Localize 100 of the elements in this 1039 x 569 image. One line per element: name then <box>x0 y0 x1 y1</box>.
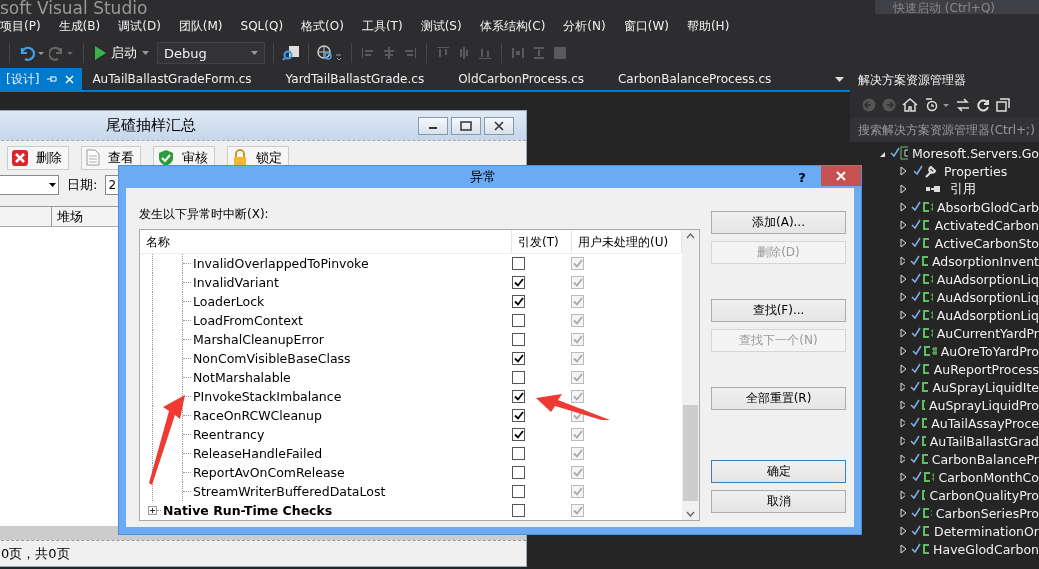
exception-name[interactable]: ReportAvOnComRelease <box>193 465 345 480</box>
menu-item[interactable]: 格式(O) <box>292 17 353 35</box>
column-header[interactable]: 堆场 <box>51 207 111 226</box>
checkbox[interactable] <box>571 466 584 479</box>
checkbox[interactable] <box>512 371 525 384</box>
checkbox[interactable] <box>571 352 584 365</box>
tree-item[interactable]: Properties <box>944 163 1008 179</box>
menu-item[interactable]: 工具(T) <box>352 17 412 35</box>
tree-item[interactable]: AuOreToYardPro <box>940 343 1039 359</box>
close-icon[interactable] <box>65 74 75 84</box>
checkbox[interactable] <box>512 466 525 479</box>
tree-item[interactable]: AuCurrentYardPr <box>936 325 1039 341</box>
exception-name[interactable]: MarshalCleanupError <box>193 332 324 347</box>
tree-item[interactable]: AdsorptionInvent <box>932 253 1039 269</box>
checkbox[interactable] <box>571 390 584 403</box>
checkbox[interactable] <box>571 428 584 441</box>
maximize-button[interactable] <box>451 116 481 135</box>
checkbox[interactable] <box>571 276 584 289</box>
tree-item[interactable]: 引用 <box>950 180 976 198</box>
globe-search-icon[interactable] <box>317 45 343 61</box>
checkbox[interactable] <box>512 276 525 289</box>
checkbox[interactable] <box>512 333 525 346</box>
checkbox[interactable] <box>571 504 584 517</box>
dialog-button[interactable]: 取消 <box>711 490 846 513</box>
exception-name[interactable]: Reentrancy <box>193 427 265 442</box>
tree-item[interactable]: AuAdsorptionLiq <box>936 307 1039 323</box>
tree-item[interactable]: AuAdsorptionLiq <box>936 271 1039 287</box>
checkbox[interactable] <box>512 504 525 517</box>
tree-item[interactable]: HaveGlodCarbon <box>933 541 1039 557</box>
scroll-down-icon[interactable] <box>686 511 695 517</box>
minimize-button[interactable] <box>418 116 448 135</box>
toolbar-button[interactable]: 删除 <box>7 145 69 170</box>
history-icon[interactable] <box>924 98 950 112</box>
checkbox[interactable] <box>512 352 525 365</box>
menu-item[interactable]: SQL(Q) <box>231 19 293 33</box>
tree-item[interactable]: CarbonMonthCo <box>938 469 1039 485</box>
document-tab[interactable]: YardTailBallastGrade.cs <box>275 68 449 90</box>
dialog-button[interactable]: 全部重置(R) <box>711 387 846 410</box>
document-tab[interactable]: AuTailBallastGradeForm.cs <box>82 68 276 90</box>
home-icon[interactable] <box>902 98 918 112</box>
checkbox[interactable] <box>512 428 525 441</box>
exception-group[interactable]: Native Run-Time Checks <box>163 503 333 518</box>
exception-name[interactable]: RaceOnRCWCleanup <box>193 408 322 423</box>
undo-icon[interactable] <box>18 45 44 61</box>
tree-item[interactable]: CarbonSeriesPro <box>935 505 1039 521</box>
exception-name[interactable]: PInvokeStackImbalance <box>193 389 342 404</box>
scroll-thumb[interactable] <box>683 405 698 501</box>
exception-name[interactable]: NotMarshalable <box>193 370 291 385</box>
refresh-icon[interactable] <box>976 98 990 112</box>
checkbox[interactable] <box>571 295 584 308</box>
exception-name[interactable]: InvalidOverlappedToPinvoke <box>193 256 369 271</box>
tree-item[interactable]: AuSprayLiquidPro <box>928 397 1039 413</box>
exception-name[interactable]: ReleaseHandleFailed <box>193 446 323 461</box>
checkbox[interactable] <box>512 485 525 498</box>
checkbox[interactable] <box>512 257 525 270</box>
document-tab[interactable]: CarbonBalanceProcess.cs <box>608 68 796 90</box>
menu-item[interactable]: 测试(S) <box>411 17 471 35</box>
tree-item[interactable]: CarbonQualityPro <box>929 487 1039 503</box>
checkbox[interactable] <box>571 447 584 460</box>
checkbox[interactable] <box>512 409 525 422</box>
exception-name[interactable]: InvalidVariant <box>193 275 279 290</box>
checkbox[interactable] <box>571 314 584 327</box>
sync-icon[interactable] <box>956 98 970 112</box>
help-button[interactable]: ? <box>787 167 817 187</box>
checkbox[interactable] <box>512 295 525 308</box>
checkbox[interactable] <box>571 257 584 270</box>
scrollbar[interactable] <box>682 230 699 520</box>
tree-item[interactable]: Moresoft.Servers.Go <box>912 145 1039 161</box>
tree-item[interactable]: ActivatedCarbon <box>934 217 1039 233</box>
checkbox[interactable] <box>571 371 584 384</box>
configuration-dropdown[interactable]: Debug <box>157 42 265 64</box>
checkbox[interactable] <box>571 333 584 346</box>
tree-item[interactable]: AuTailBallastGrad <box>929 433 1039 449</box>
checkbox[interactable] <box>512 314 525 327</box>
document-tab[interactable]: [设计] <box>0 68 83 90</box>
menu-item[interactable]: 帮助(H) <box>677 17 739 35</box>
pin-icon[interactable] <box>47 74 58 84</box>
tree-item[interactable]: AuTailAssayProce <box>931 415 1039 431</box>
start-button[interactable]: 启动 <box>92 42 152 64</box>
column-header[interactable]: 名称 <box>140 230 512 253</box>
checkbox[interactable] <box>512 390 525 403</box>
menu-item[interactable]: 项目(P) <box>0 17 50 35</box>
scroll-up-icon[interactable] <box>686 233 695 239</box>
tree-item[interactable]: AuAdsorptionLiq <box>936 289 1039 305</box>
menu-item[interactable]: 窗口(W) <box>614 17 678 35</box>
menu-item[interactable]: 调试(D) <box>109 17 170 35</box>
redo-icon[interactable] <box>49 45 75 61</box>
document-tab[interactable]: OldCarbonProcess.cs <box>448 68 608 90</box>
tree-item[interactable]: ActiveCarbonSto <box>934 235 1039 251</box>
exception-name[interactable]: LoaderLock <box>193 294 265 309</box>
menu-item[interactable]: 团队(M) <box>169 17 232 35</box>
exception-name[interactable]: NonComVisibleBaseClass <box>193 351 351 366</box>
dialog-button[interactable]: 添加(A)... <box>711 211 846 234</box>
collapse-all-icon[interactable] <box>996 98 1010 112</box>
tree-item[interactable]: CarbonBalancePr <box>931 451 1039 467</box>
search-field[interactable]: 搜索解决方案资源管理器(Ctrl+;) <box>850 118 1039 142</box>
menu-item[interactable]: 生成(B) <box>49 17 110 35</box>
dialog-button[interactable]: 确定 <box>711 460 846 483</box>
find-window-icon[interactable] <box>282 45 300 61</box>
exception-name[interactable]: StreamWriterBufferedDataLost <box>193 484 386 499</box>
